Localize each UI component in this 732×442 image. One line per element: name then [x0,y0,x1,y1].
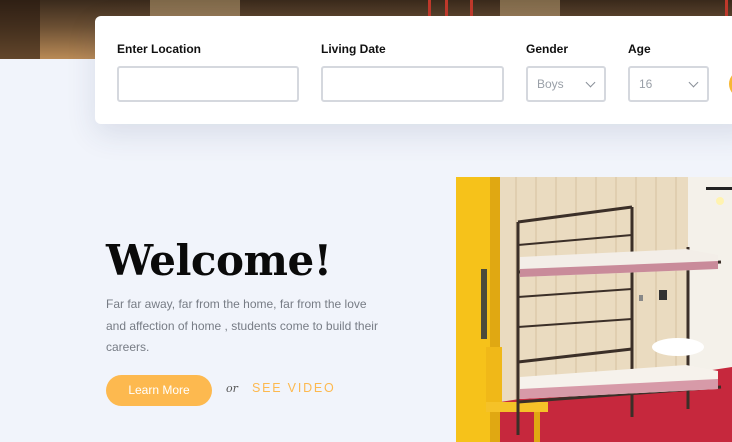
location-input[interactable] [117,66,299,102]
age-value: 16 [639,77,653,91]
gender-label: Gender [526,42,569,56]
chevron-down-icon [585,77,596,88]
gender-value: Boys [537,77,564,91]
see-video-link[interactable]: SEE VIDEO [252,381,336,395]
living-date-label: Living Date [321,42,386,56]
room-image [456,177,732,442]
welcome-title: Welcome! [106,236,332,285]
living-date-input[interactable] [321,66,504,102]
learn-more-button[interactable]: Learn More [106,375,212,406]
age-label: Age [628,42,651,56]
chevron-down-icon [688,77,699,88]
age-select[interactable]: 16 [628,66,709,102]
gender-select[interactable]: Boys [526,66,606,102]
search-form: Enter Location Living Date Gender Boys A… [95,16,732,124]
welcome-description: Far far away, far from the home, far fro… [106,297,378,354]
or-separator: or [226,382,238,395]
location-label: Enter Location [117,42,202,56]
